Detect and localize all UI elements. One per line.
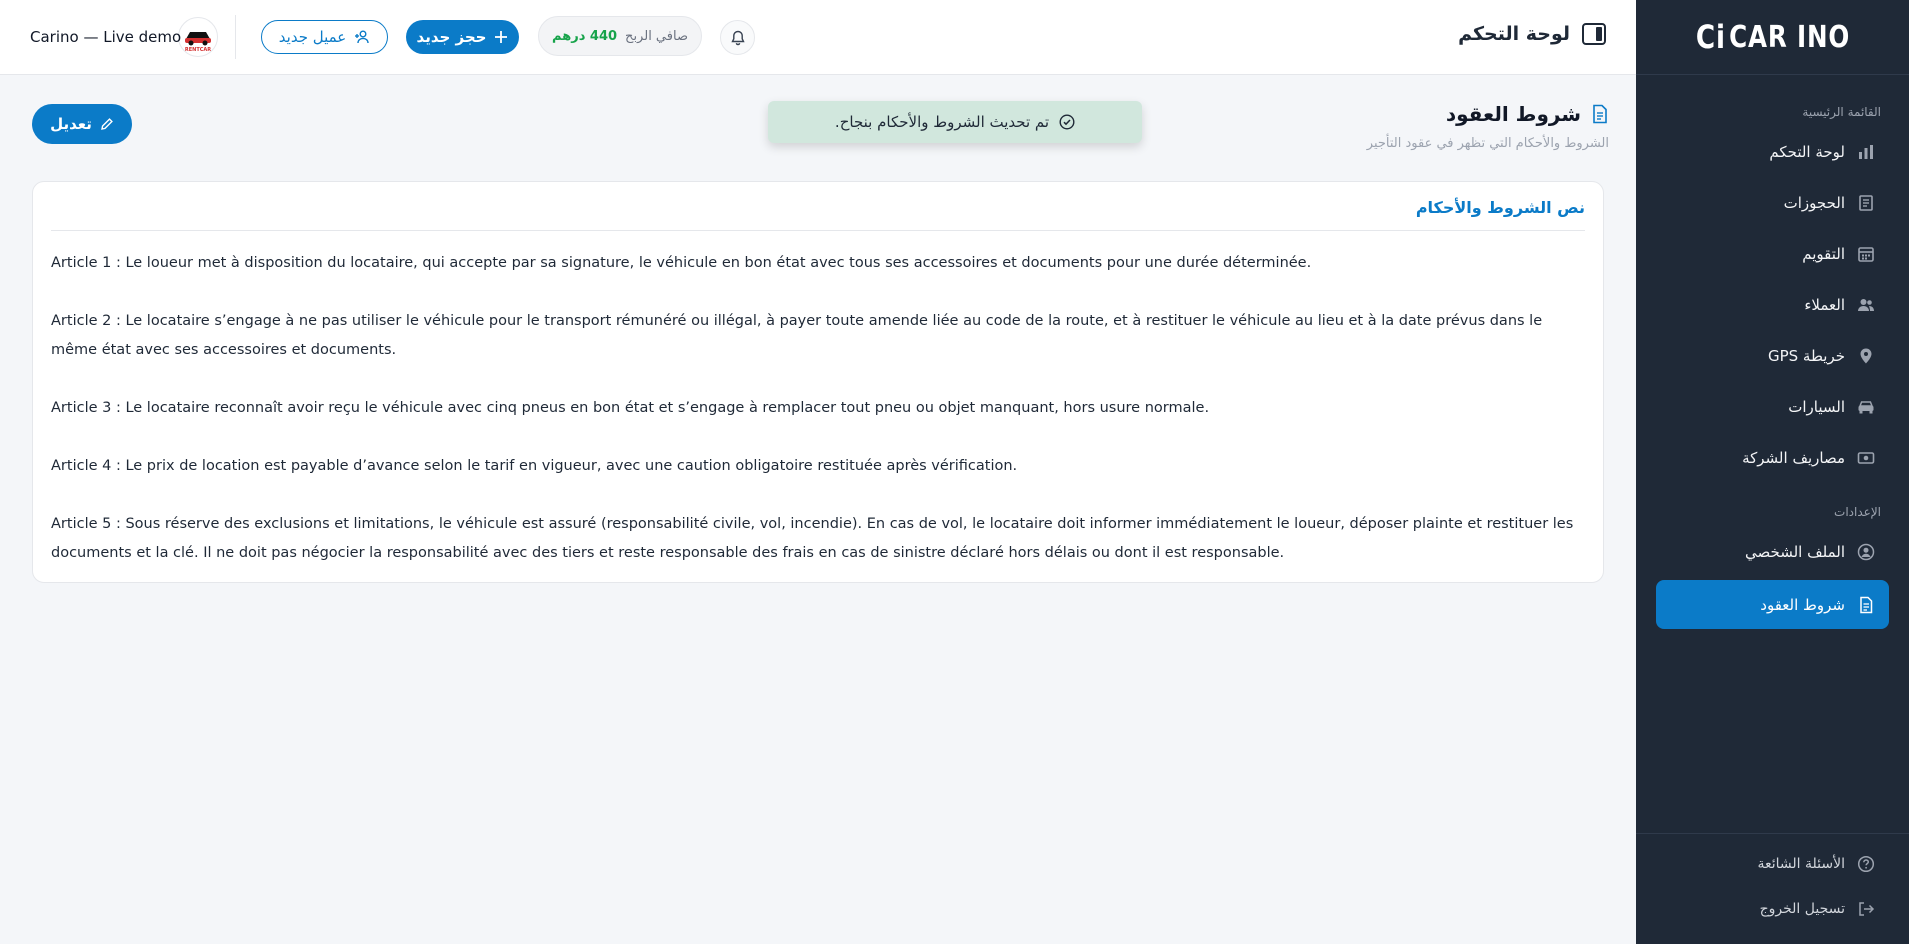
sidebar-item-logout[interactable]: تسجيل الخروج (1656, 889, 1889, 929)
sidebar-item-profile[interactable]: الملف الشخصي (1656, 529, 1889, 575)
car-icon (1858, 401, 1874, 414)
article-4: Article 4 : Le prix de location est paya… (51, 458, 1018, 474)
net-profit-value: 440 درهم (552, 28, 618, 44)
user-plus-icon (355, 30, 369, 44)
chart-bar-icon (1859, 145, 1873, 159)
edit-button[interactable]: تعديل (32, 104, 132, 144)
sidebar-item-label: الحجوزات (1783, 194, 1845, 212)
rentcar-logo-text: RENTCAR (185, 47, 211, 53)
app-logo[interactable]: Ci CAR INO (1636, 0, 1909, 75)
calendar-icon (1858, 247, 1874, 262)
document-icon (1860, 596, 1873, 613)
notifications-button[interactable] (720, 20, 755, 55)
map-pin-icon (1860, 348, 1872, 364)
article-3: Article 3 : Le locataire reconnaît avoir… (51, 400, 1210, 416)
sidebar-item-label: الأسئلة الشائعة (1757, 856, 1846, 872)
article-1: Article 1 : Le loueur met à disposition … (51, 255, 1312, 271)
sidebar-item-label: لوحة التحكم (1769, 143, 1845, 161)
logo-mark-icon: Ci (1695, 18, 1726, 56)
success-toast: تم تحديث الشروط والأحكام بنجاح. (768, 101, 1142, 143)
sidebar-item-label: شروط العقود (1760, 595, 1845, 614)
sidebar-item-calendar[interactable]: التقويم (1656, 231, 1889, 277)
sidebar-item-faq[interactable]: الأسئلة الشائعة (1656, 844, 1889, 884)
sidebar-item-label: العملاء (1804, 296, 1845, 314)
net-profit-pill: صافي الربح 440 درهم (538, 16, 702, 56)
logo-text: CAR INO (1728, 19, 1850, 55)
page-title: شروط العقود (1446, 102, 1609, 126)
plus-icon (495, 31, 508, 43)
net-profit-label: صافي الربح (625, 28, 688, 44)
pencil-icon (101, 118, 113, 130)
sidebar-item-label: مصاريف الشركة (1742, 449, 1845, 467)
edit-button-label: تعديل (50, 115, 92, 133)
sidebar-item-label: تسجيل الخروج (1759, 901, 1845, 917)
topbar-title: لوحة التحكم (1458, 23, 1606, 45)
receipt-icon (1859, 195, 1873, 211)
money-icon (1857, 452, 1875, 464)
sidebar: Ci CAR INO القائمة الرئيسية لوحة التحكم … (1636, 0, 1909, 944)
sidebar-item-clients[interactable]: العملاء (1656, 282, 1889, 328)
sidebar-bottom: الأسئلة الشائعة تسجيل الخروج (1636, 833, 1909, 934)
new-booking-button[interactable]: حجز جديد (406, 20, 519, 54)
company-logo[interactable]: RENTCAR (178, 17, 218, 57)
help-circle-icon (1857, 855, 1875, 873)
new-client-button[interactable]: عميل جديد (261, 20, 388, 54)
topbar-divider (235, 15, 236, 59)
logout-icon (1859, 902, 1875, 916)
article-5: Article 5 : Sous réserve des exclusions … (51, 516, 1574, 561)
sidebar-item-contract-terms[interactable]: شروط العقود (1656, 580, 1889, 629)
check-circle-icon (1059, 114, 1075, 130)
toast-message: تم تحديث الشروط والأحكام بنجاح. (834, 113, 1050, 131)
bell-icon (730, 30, 745, 45)
article-2: Article 2 : Le locataire s’engage à ne p… (51, 313, 1543, 358)
rentcar-logo-icon: RENTCAR (185, 32, 211, 53)
main-menu-section-title: القائمة الرئيسية (1802, 105, 1881, 119)
sidebar-item-dashboard[interactable]: لوحة التحكم (1656, 129, 1889, 175)
new-booking-label: حجز جديد (416, 28, 487, 46)
sidebar-item-label: خريطة GPS (1767, 347, 1845, 365)
new-client-label: عميل جديد (278, 28, 347, 46)
sidebar-item-company-expenses[interactable]: مصاريف الشركة (1656, 435, 1889, 481)
sidebar-item-label: السيارات (1788, 398, 1845, 416)
settings-section-title: الإعدادات (1834, 505, 1881, 519)
sidebar-item-label: الملف الشخصي (1745, 543, 1845, 561)
terms-text: Article 1 : Le loueur met à disposition … (51, 231, 1585, 568)
topbar-title-text: لوحة التحكم (1458, 23, 1570, 45)
sidebar-item-cars[interactable]: السيارات (1656, 384, 1889, 430)
page-subtitle: الشروط والأحكام التي تظهر في عقود التأجي… (1366, 136, 1609, 151)
sidebar-item-gps-map[interactable]: خريطة GPS (1656, 333, 1889, 379)
sidebar-item-label: التقويم (1802, 245, 1845, 263)
document-icon (1593, 104, 1607, 124)
page-title-text: شروط العقود (1445, 102, 1581, 126)
terms-card: نص الشروط والأحكام Article 1 : Le loueur… (32, 181, 1604, 583)
terms-card-title: نص الشروط والأحكام (51, 182, 1585, 231)
sidebar-item-bookings[interactable]: الحجوزات (1656, 180, 1889, 226)
users-icon (1858, 299, 1874, 311)
user-circle-icon (1857, 543, 1875, 561)
sidebar-toggle-icon[interactable] (1582, 23, 1606, 45)
topbar: لوحة التحكم صافي الربح 440 درهم حجز جديد… (0, 0, 1636, 75)
company-name[interactable]: Carino — Live demo (30, 28, 181, 46)
